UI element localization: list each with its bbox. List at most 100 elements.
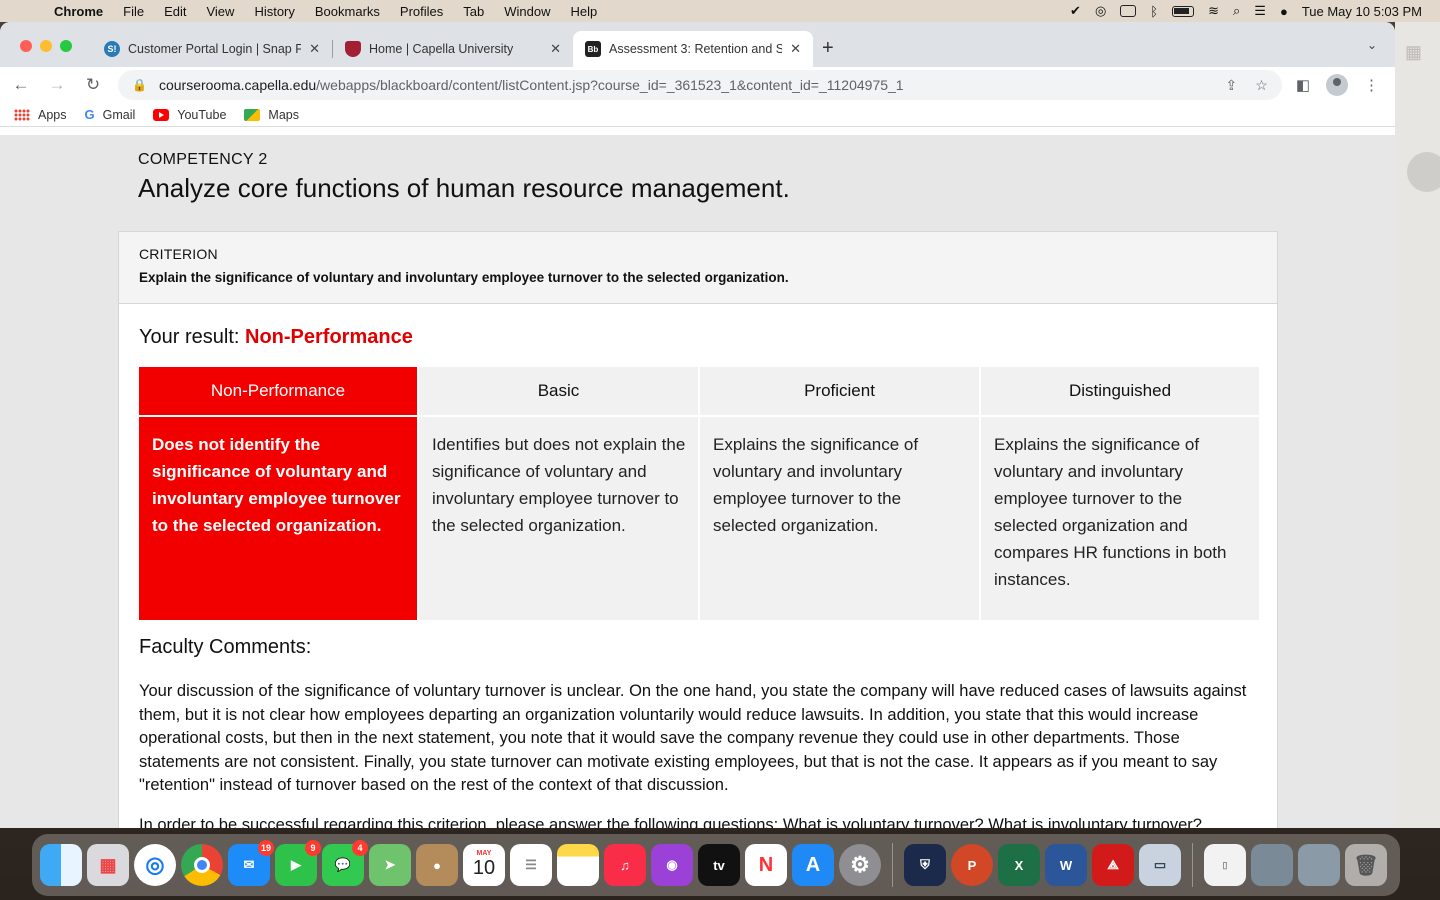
- url-domain: courserooma.capella.edu: [158, 77, 317, 93]
- mail-icon[interactable]: ✉ 19: [228, 840, 274, 886]
- bookmark-youtube[interactable]: YouTube: [153, 108, 226, 122]
- status-area: ✔ ◎ ᛒ ≋ ⌕ ☰ ● Tue May 10 5:03 PM: [1070, 3, 1440, 19]
- word-icon[interactable]: W: [1045, 844, 1087, 886]
- faculty-comment-paragraph: Your discussion of the significance of v…: [139, 682, 1247, 795]
- menu-help[interactable]: Help: [561, 4, 608, 19]
- bookmark-label: YouTube: [177, 107, 227, 122]
- chrome-icon[interactable]: [181, 844, 223, 886]
- siri-icon[interactable]: ●: [1280, 4, 1288, 19]
- powerpoint-icon[interactable]: P: [951, 844, 993, 886]
- news-icon[interactable]: N: [745, 844, 787, 886]
- notes-icon[interactable]: [557, 844, 599, 886]
- menu-tab[interactable]: Tab: [453, 4, 494, 19]
- reload-button[interactable]: ↻: [82, 75, 104, 95]
- battery-icon[interactable]: [1172, 5, 1195, 17]
- youtube-icon: [153, 108, 170, 121]
- calendar-icon[interactable]: MAY 10: [463, 844, 505, 886]
- creative-cloud-icon[interactable]: ◎: [1095, 3, 1106, 19]
- bookmarks-bar: Apps G Gmail YouTube Maps: [0, 103, 1395, 127]
- control-center-icon[interactable]: ☰: [1254, 3, 1266, 19]
- window-controls: [20, 40, 72, 52]
- tabs: S! Customer Portal Login | Snap F ✕ Home…: [92, 31, 813, 67]
- rubric-header-basic: Basic: [419, 367, 698, 415]
- screenshot-thumbnail-icon[interactable]: [1298, 844, 1340, 886]
- menu-file[interactable]: File: [113, 4, 154, 19]
- profile-avatar-icon[interactable]: [1326, 74, 1348, 96]
- tab-title: Customer Portal Login | Snap F: [128, 42, 302, 56]
- messages-badge: 4: [352, 840, 368, 856]
- safari-icon[interactable]: ◎: [134, 844, 176, 886]
- tab-snap-portal[interactable]: S! Customer Portal Login | Snap F ✕: [92, 31, 332, 67]
- trash-icon[interactable]: 🗑: [1345, 844, 1387, 886]
- bookmark-star-icon[interactable]: ☆: [1255, 77, 1268, 94]
- share-icon[interactable]: ⇪: [1226, 77, 1238, 94]
- tab-strip: S! Customer Portal Login | Snap F ✕ Home…: [0, 22, 1395, 67]
- clock[interactable]: Tue May 10 5:03 PM: [1302, 4, 1422, 19]
- criterion-text: Explain the significance of voluntary an…: [139, 270, 789, 285]
- contacts-icon[interactable]: ●: [416, 844, 458, 886]
- menu-bookmarks[interactable]: Bookmarks: [305, 4, 390, 19]
- browser-window: S! Customer Portal Login | Snap F ✕ Home…: [0, 22, 1395, 828]
- maps-app-icon[interactable]: ➤: [369, 844, 411, 886]
- music-icon[interactable]: ♫: [604, 844, 646, 886]
- document-file-icon[interactable]: ▯: [1204, 844, 1246, 886]
- spotlight-icon[interactable]: ⌕: [1233, 3, 1240, 19]
- norton-icon[interactable]: ✔: [1070, 3, 1081, 19]
- preview-icon[interactable]: ▭: [1139, 844, 1181, 886]
- new-tab-button[interactable]: +: [822, 37, 834, 60]
- podcasts-icon[interactable]: ◉: [651, 844, 693, 886]
- wifi-icon[interactable]: ≋: [1208, 3, 1219, 19]
- chrome-menu-icon[interactable]: ⋮: [1364, 76, 1379, 94]
- side-panel-icon[interactable]: ◧: [1296, 76, 1310, 94]
- facetime-badge: 9: [305, 840, 321, 856]
- competency-label: COMPETENCY 2: [138, 151, 268, 168]
- launchpad-icon[interactable]: ▦: [87, 844, 129, 886]
- apple-tv-icon[interactable]: tv: [698, 844, 740, 886]
- acrobat-icon[interactable]: ⟁: [1092, 844, 1134, 886]
- menu-history[interactable]: History: [244, 4, 304, 19]
- menu-app-name[interactable]: Chrome: [44, 4, 113, 19]
- rubric-cell-distinguished: Explains the significance of voluntary a…: [981, 417, 1259, 620]
- system-preferences-icon[interactable]: ⚙: [839, 844, 881, 886]
- keyboard-icon[interactable]: [1120, 5, 1137, 17]
- close-tab-icon[interactable]: ✕: [790, 41, 801, 57]
- reminders-icon[interactable]: ☰: [510, 844, 552, 886]
- menu-edit[interactable]: Edit: [154, 4, 196, 19]
- app-store-icon[interactable]: A: [792, 844, 834, 886]
- vpn-shield-icon[interactable]: ⛨: [904, 844, 946, 886]
- bookmark-gmail[interactable]: G Gmail: [85, 107, 136, 122]
- lock-icon[interactable]: 🔒: [132, 78, 147, 92]
- menu-window[interactable]: Window: [494, 4, 560, 19]
- tab-capella-home[interactable]: Home | Capella University ✕: [333, 31, 573, 67]
- bookmark-apps[interactable]: Apps: [14, 108, 67, 122]
- rubric-cell-non-performance: Does not identify the significance of vo…: [139, 417, 417, 620]
- calendar-day: 10: [472, 857, 496, 879]
- tab-search-chevron-icon[interactable]: ⌄: [1367, 38, 1377, 52]
- messages-icon[interactable]: 💬 4: [322, 840, 368, 886]
- back-button[interactable]: ←: [10, 75, 32, 95]
- bluetooth-icon[interactable]: ᛒ: [1150, 4, 1158, 19]
- address-bar[interactable]: 🔒 courserooma.capella.edu/webapps/blackb…: [118, 70, 1282, 100]
- bookmark-label: Gmail: [102, 107, 136, 122]
- zoom-window-button[interactable]: [60, 40, 72, 52]
- rubric-header-proficient: Proficient: [700, 367, 979, 415]
- close-tab-icon[interactable]: ✕: [550, 41, 561, 57]
- facetime-icon[interactable]: ▶ 9: [275, 840, 321, 886]
- menu-profiles[interactable]: Profiles: [390, 4, 453, 19]
- bookmark-maps[interactable]: Maps: [244, 108, 299, 122]
- close-tab-icon[interactable]: ✕: [309, 41, 320, 57]
- tab-assessment[interactable]: Bb Assessment 3: Retention and S ✕: [573, 31, 813, 67]
- competency-header: COMPETENCY 2 Analyze core functions of h…: [138, 151, 790, 204]
- excel-icon[interactable]: X: [998, 844, 1040, 886]
- menu-view[interactable]: View: [196, 4, 244, 19]
- blackboard-favicon-icon: Bb: [585, 41, 601, 57]
- finder-icon[interactable]: [40, 844, 82, 886]
- capella-shield-icon: [345, 41, 361, 57]
- tab-title: Home | Capella University: [369, 42, 514, 56]
- google-icon: G: [84, 107, 95, 122]
- minimize-window-button[interactable]: [40, 40, 52, 52]
- forward-button[interactable]: →: [46, 75, 68, 95]
- result-value: Non-Performance: [245, 326, 413, 348]
- screenshot-thumbnail-icon[interactable]: [1251, 844, 1293, 886]
- close-window-button[interactable]: [20, 40, 32, 52]
